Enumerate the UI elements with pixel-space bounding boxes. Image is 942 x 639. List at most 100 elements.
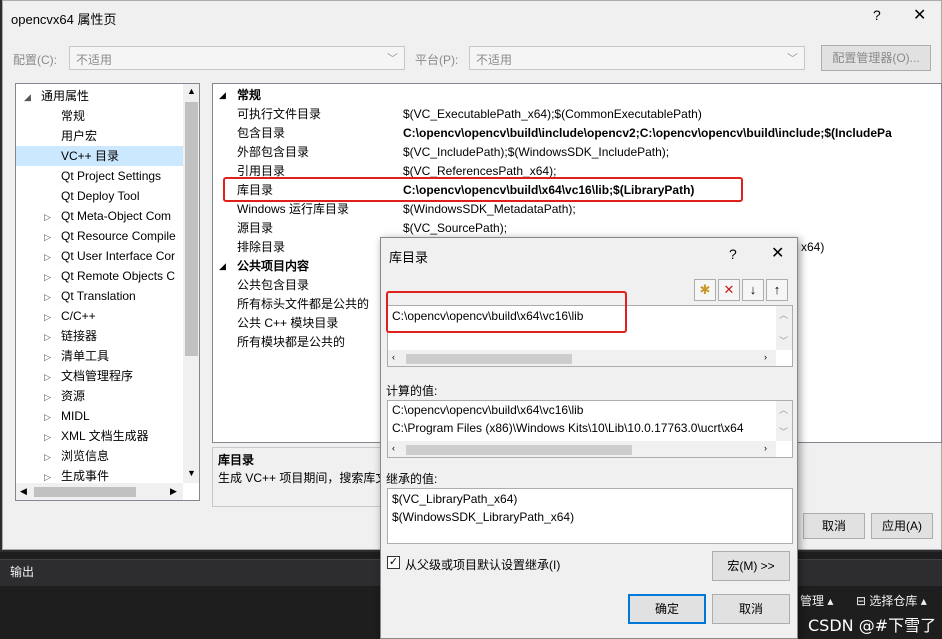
expanded-icon[interactable]: ◢: [219, 86, 226, 105]
scroll-down-icon[interactable]: ﹀: [779, 334, 788, 347]
grid-row[interactable]: 外部包含目录 $(VC_IncludePath);$(WindowsSDK_Inc…: [213, 143, 941, 162]
expand-icon[interactable]: ▷: [44, 447, 51, 467]
category-label: 常规: [237, 88, 262, 102]
expand-icon[interactable]: ▷: [44, 247, 51, 267]
grid-row[interactable]: Windows 运行库目录 $(WindowsSDK_MetadataPath);: [213, 200, 941, 219]
expand-icon[interactable]: ▷: [44, 407, 51, 427]
scroll-left-icon[interactable]: ◀: [20, 486, 27, 497]
property-name: 公共包含目录: [237, 278, 310, 292]
scroll-left-icon[interactable]: ‹: [392, 443, 395, 453]
scroll-up-icon[interactable]: ︿: [779, 308, 788, 321]
config-value: 不适用: [76, 53, 113, 67]
tree-item[interactable]: ▷ 浏览信息: [16, 446, 184, 466]
grid-row[interactable]: 可执行文件目录 $(VC_ExecutablePath_x64);$(Common…: [213, 105, 941, 124]
inherited-list[interactable]: $(VC_LibraryPath_x64) $(WindowsSDK_Librar…: [387, 488, 793, 544]
ok-button[interactable]: 确定: [628, 594, 706, 624]
scroll-up-icon[interactable]: ▲: [187, 86, 196, 96]
status-select-repo[interactable]: ⊟ 选择仓库 ▴: [856, 592, 927, 609]
move-up-icon[interactable]: ↑: [766, 279, 788, 301]
output-tab[interactable]: 输出: [10, 563, 34, 580]
new-line-icon[interactable]: ✱: [694, 279, 716, 301]
scroll-up-icon[interactable]: ︿: [779, 403, 788, 416]
tree-item[interactable]: ▷ 资源: [16, 386, 184, 406]
expand-icon[interactable]: ▷: [44, 207, 51, 227]
scroll-down-icon[interactable]: ﹀: [779, 425, 788, 438]
tree-item[interactable]: ◢ 通用属性: [16, 86, 184, 106]
list-item: $(WindowsSDK_LibraryPath_x64): [392, 510, 575, 524]
expand-icon[interactable]: ▷: [44, 367, 51, 387]
expanded-icon[interactable]: ◢: [24, 87, 31, 107]
tree-item[interactable]: ▷ 文档管理程序: [16, 366, 184, 386]
tree-item-label: 文档管理程序: [61, 369, 134, 383]
close-button[interactable]: ✕: [771, 243, 784, 263]
config-combo[interactable]: 不适用 ﹀: [69, 46, 405, 70]
tree-item[interactable]: Qt Deploy Tool: [16, 186, 184, 206]
cancel-button[interactable]: 取消: [803, 513, 865, 539]
tree-item[interactable]: ▷ Qt Translation: [16, 286, 184, 306]
tree-vertical-scrollbar[interactable]: ▲ ▼: [183, 84, 199, 483]
scroll-right-icon[interactable]: ›: [764, 352, 767, 362]
move-down-icon[interactable]: ↓: [742, 279, 764, 301]
expand-icon[interactable]: ▷: [44, 307, 51, 327]
help-button[interactable]: ?: [873, 7, 881, 23]
property-name: Windows 运行库目录: [237, 202, 350, 216]
scrollbar-thumb[interactable]: [406, 445, 632, 455]
tree-item-label: 浏览信息: [61, 449, 110, 463]
expand-icon[interactable]: ▷: [44, 387, 51, 407]
computed-list[interactable]: C:\opencv\opencv\build\x64\vc16\lib C:\Pr…: [387, 400, 793, 458]
config-manager-button[interactable]: 配置管理器(O)...: [821, 45, 931, 71]
scroll-right-icon[interactable]: ▶: [170, 486, 177, 497]
scrollbar-thumb[interactable]: [185, 102, 198, 356]
grid-row[interactable]: 源目录 $(VC_SourcePath);: [213, 219, 941, 238]
tree-item[interactable]: Qt Project Settings: [16, 166, 184, 186]
tree-item-label: C/C++: [61, 309, 96, 323]
grid-row[interactable]: 包含目录 C:\opencv\opencv\build\include\openc…: [213, 124, 941, 143]
apply-button[interactable]: 应用(A): [871, 513, 933, 539]
tree-item[interactable]: ▷ Qt Resource Compile: [16, 226, 184, 246]
tree-item[interactable]: ▷ C/C++: [16, 306, 184, 326]
tree-item[interactable]: ▷ 清单工具: [16, 346, 184, 366]
cancel-button[interactable]: 取消: [712, 594, 790, 624]
expand-icon[interactable]: ▷: [44, 427, 51, 447]
list-item: C:\opencv\opencv\build\x64\vc16\lib: [392, 403, 584, 417]
tree-item[interactable]: ▷ Qt Meta-Object Com: [16, 206, 184, 226]
expand-icon[interactable]: ▷: [44, 287, 51, 307]
scrollbar-thumb[interactable]: [406, 354, 572, 364]
tree-item[interactable]: ▷ 链接器: [16, 326, 184, 346]
tree-item[interactable]: 常规: [16, 106, 184, 126]
expanded-icon[interactable]: ◢: [219, 257, 226, 276]
property-name: 外部包含目录: [237, 145, 310, 159]
scroll-left-icon[interactable]: ‹: [392, 352, 395, 362]
scroll-down-icon[interactable]: ▼: [187, 468, 196, 478]
category-tree[interactable]: ◢ 通用属性 常规 用户宏 VC++ 目录 Qt Project Settings Qt D…: [15, 83, 200, 501]
watermark-text: CSDN @#下雪了: [808, 616, 937, 635]
computed-vertical-scrollbar[interactable]: ︿ ﹀: [776, 401, 792, 441]
expand-icon[interactable]: ▷: [44, 327, 51, 347]
tree-item[interactable]: ▷ XML 文档生成器: [16, 426, 184, 446]
scroll-right-icon[interactable]: ›: [764, 443, 767, 453]
inherit-checkbox[interactable]: ✓: [387, 556, 400, 569]
computed-horizontal-scrollbar[interactable]: ‹ ›: [388, 441, 776, 457]
macros-button[interactable]: 宏(M) >>: [712, 551, 790, 581]
status-management[interactable]: 管理 ▴: [800, 592, 833, 609]
property-name: 所有模块都是公共的: [237, 335, 346, 349]
expand-icon[interactable]: ▷: [44, 347, 51, 367]
tree-item[interactable]: ▷ Qt User Interface Cor: [16, 246, 184, 266]
inherit-checkbox-label[interactable]: 从父级或项目默认设置继承(I): [405, 556, 560, 573]
expand-icon[interactable]: ▷: [44, 267, 51, 287]
help-button[interactable]: ?: [729, 246, 737, 262]
grid-category[interactable]: ◢ 常规: [213, 86, 941, 105]
checkmark-icon: ✓: [388, 556, 399, 568]
edit-vertical-scrollbar[interactable]: ︿ ﹀: [776, 306, 792, 350]
tree-horizontal-scrollbar[interactable]: ◀ ▶: [16, 483, 183, 500]
scrollbar-thumb[interactable]: [34, 487, 136, 497]
delete-icon[interactable]: ✕: [718, 279, 740, 301]
tree-item[interactable]: ▷ MIDL: [16, 406, 184, 426]
tree-item[interactable]: 用户宏: [16, 126, 184, 146]
tree-item[interactable]: VC++ 目录: [16, 146, 184, 166]
platform-combo[interactable]: 不适用 ﹀: [469, 46, 805, 70]
tree-item[interactable]: ▷ Qt Remote Objects C: [16, 266, 184, 286]
expand-icon[interactable]: ▷: [44, 227, 51, 247]
edit-horizontal-scrollbar[interactable]: ‹ ›: [388, 350, 776, 366]
close-button[interactable]: ✕: [913, 5, 926, 25]
